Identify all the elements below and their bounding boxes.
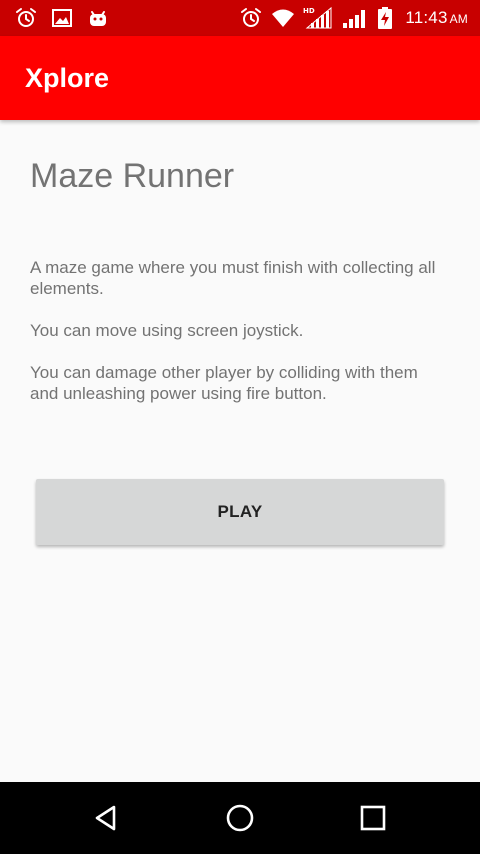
play-button[interactable]: PLAY (36, 479, 444, 545)
app-bar: Xplore (0, 36, 480, 120)
game-title: Maze Runner (30, 157, 235, 195)
back-icon (92, 804, 120, 832)
clock-ampm: AM (449, 12, 468, 26)
android-icon (86, 6, 110, 30)
wifi-icon (271, 6, 295, 30)
status-left-icons (14, 0, 110, 36)
battery-charging-icon (377, 6, 393, 30)
recents-icon (360, 805, 386, 831)
alarm-icon (239, 6, 263, 30)
game-info: Maze Runner A maze game where you must f… (30, 150, 450, 425)
description-paragraph: You can damage other player by colliding… (30, 363, 418, 403)
description-paragraph: A maze game where you must finish with c… (30, 258, 436, 298)
status-right-icons: HD 11:43 AM (239, 0, 468, 36)
screen: HD 11:43 AM Xplore Maze Runner A maze ga… (0, 0, 480, 854)
status-clock: 11:43 AM (405, 8, 468, 28)
description-paragraph: You can move using screen joystick. (30, 321, 304, 340)
home-button[interactable] (218, 796, 262, 840)
clock-time: 11:43 (405, 8, 448, 27)
image-icon (50, 6, 74, 30)
back-button[interactable] (84, 796, 128, 840)
app-title: Xplore (25, 63, 110, 93)
alarm-icon (14, 6, 38, 30)
status-bar: HD 11:43 AM (0, 0, 480, 36)
game-description: A maze game where you must finish with c… (30, 257, 450, 404)
navigation-bar (0, 782, 480, 854)
network-badge: HD (303, 7, 315, 15)
signal-icon (341, 6, 369, 30)
home-icon (225, 803, 255, 833)
signal-hd-icon: HD (303, 6, 333, 30)
recents-button[interactable] (351, 796, 395, 840)
